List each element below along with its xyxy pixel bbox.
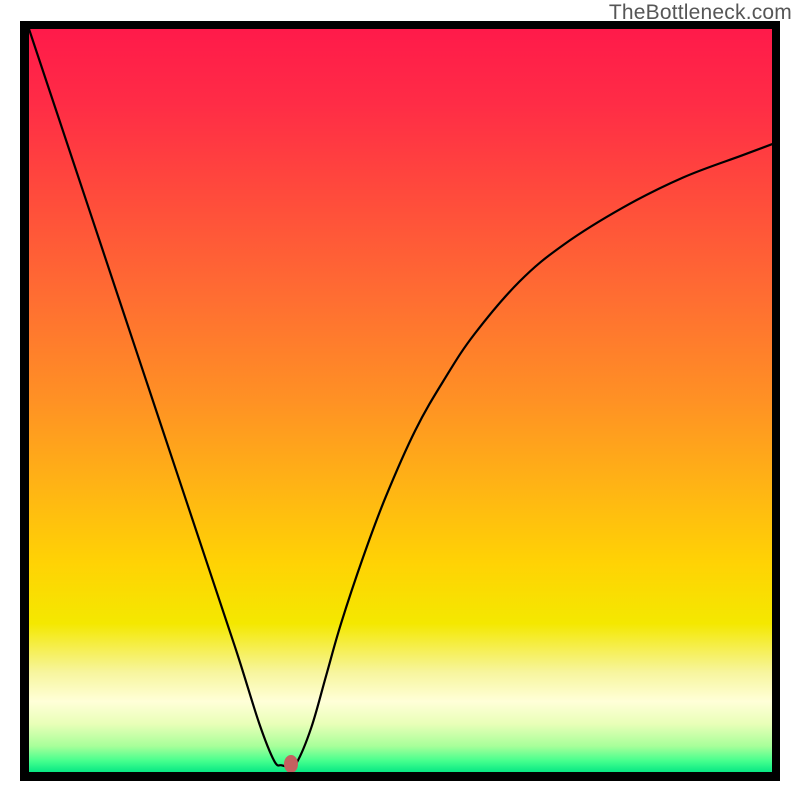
minimum-marker-dot	[284, 755, 298, 772]
chart-frame	[20, 21, 780, 781]
chart-curve	[29, 29, 772, 772]
chart-plot-area	[29, 29, 772, 772]
